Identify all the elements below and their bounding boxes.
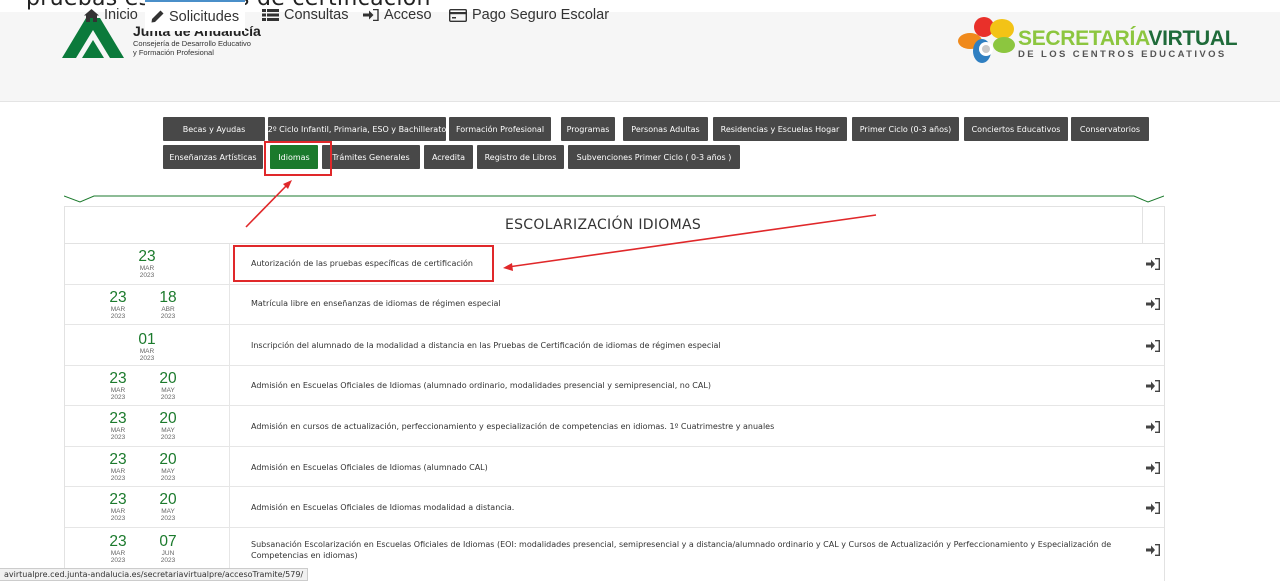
start-date: 23 MAR 2023: [109, 289, 127, 320]
page: pruebas específicas de certificación" Ju…: [0, 0, 1280, 581]
tab-tramites-generales[interactable]: Trámites Generales: [322, 145, 420, 169]
tramite-link[interactable]: Inscripción del alumnado de la modalidad…: [251, 340, 1131, 351]
tramite-link[interactable]: Admisión en Escuelas Oficiales de Idioma…: [251, 462, 1131, 473]
sign-in-icon[interactable]: [1146, 544, 1160, 556]
sign-in-icon[interactable]: [1146, 298, 1160, 310]
row-divider: [229, 244, 230, 284]
end-date: 20 MAY 2023: [159, 410, 177, 441]
start-date: 01 MAR 2023: [138, 331, 156, 362]
list-icon: [262, 9, 279, 21]
tab-conciertos-educativos[interactable]: Conciertos Educativos: [964, 117, 1068, 141]
end-date: 20 MAY 2023: [159, 491, 177, 522]
tab-acredita[interactable]: Acredita: [424, 145, 473, 169]
secretaria-virtual-title: SECRETARÍAVIRTUAL: [1018, 27, 1238, 50]
panel-title: ESCOLARIZACIÓN IDIOMAS: [504, 217, 702, 233]
end-date: 18 ABR 2023: [159, 289, 177, 320]
sign-in-icon[interactable]: [1146, 258, 1160, 270]
row-divider: [229, 285, 230, 324]
pencil-icon: [151, 10, 164, 23]
row-divider: [229, 366, 230, 405]
tab-formacion-profesional[interactable]: Formación Profesional: [449, 117, 551, 141]
tramite-link[interactable]: Matrícula libre en enseñanzas de idiomas…: [251, 298, 1131, 309]
row-divider: [229, 447, 230, 486]
secretaria-virtual-subtitle: DE LOS CENTROS EDUCATIVOS: [1018, 49, 1227, 60]
row-divider: [229, 406, 230, 446]
main-nav: [0, 72, 1280, 102]
start-date: 23 MAR 2023: [109, 491, 127, 522]
tab-becas-y-ayudas[interactable]: Becas y Ayudas: [163, 117, 265, 141]
nav-consultas-label: Consultas: [284, 7, 349, 23]
tab-personas-adultas[interactable]: Personas Adultas: [623, 117, 708, 141]
panel-header-divider: [1142, 207, 1143, 243]
nav-solicitudes[interactable]: Solicitudes: [145, 0, 246, 31]
end-date: 20 MAY 2023: [159, 451, 177, 482]
nav-inicio-label: Inicio: [104, 7, 138, 23]
sign-in-icon: [363, 9, 379, 21]
nav-pago-seguro-escolar[interactable]: Pago Seguro Escolar: [449, 0, 609, 30]
nav-inicio[interactable]: Inicio: [84, 0, 138, 30]
credit-card-icon: [449, 8, 467, 22]
start-date: 23 MAR 2023: [138, 248, 156, 279]
brand-subtitle-2: y Formación Profesional: [133, 48, 214, 57]
tab-subvenciones-primer-ciclo[interactable]: Subvenciones Primer Ciclo ( 0-3 años ): [568, 145, 740, 169]
nav-solicitudes-label: Solicitudes: [169, 8, 240, 25]
nav-acceso[interactable]: Acceso: [363, 0, 432, 30]
secretaria-virtual-logo[interactable]: [958, 15, 1016, 67]
arrow-head-icon: [283, 180, 292, 189]
home-icon: [84, 8, 99, 22]
nav-consultas[interactable]: Consultas: [262, 0, 348, 30]
tab-residencias[interactable]: Residencias y Escuelas Hogar: [713, 117, 847, 141]
sign-in-icon[interactable]: [1146, 462, 1160, 474]
end-date: 07 JUN 2023: [159, 533, 177, 564]
sign-in-icon[interactable]: [1146, 380, 1160, 392]
annotation-box-idiomas: [264, 141, 332, 176]
brand-subtitle-1: Consejería de Desarrollo Educativo: [133, 39, 251, 48]
start-date: 23 MAR 2023: [109, 533, 127, 564]
nav-acceso-label: Acceso: [384, 7, 432, 23]
tab-conservatorios[interactable]: Conservatorios: [1071, 117, 1149, 141]
start-date: 23 MAR 2023: [109, 370, 127, 401]
start-date: 23 MAR 2023: [109, 410, 127, 441]
browser-status-url: avirtualpre.ced.junta-andalucia.es/secre…: [0, 568, 309, 581]
nav-pago-label: Pago Seguro Escolar: [472, 7, 610, 23]
tab-segundo-ciclo-infantil[interactable]: 2º Ciclo Infantil, Primaria, ESO y Bachi…: [268, 117, 446, 141]
end-date: 20 MAY 2023: [159, 370, 177, 401]
tramite-link[interactable]: Subsanación Escolarización en Escuelas O…: [251, 539, 1131, 561]
sign-in-icon[interactable]: [1146, 421, 1160, 433]
start-date: 23 MAR 2023: [109, 451, 127, 482]
section-divider: [64, 195, 1164, 203]
tab-ensenanzas-artisticas[interactable]: Enseñanzas Artísticas: [163, 145, 263, 169]
tab-programas[interactable]: Programas: [561, 117, 615, 141]
tab-primer-ciclo[interactable]: Primer Ciclo (0-3 años): [852, 117, 959, 141]
tramite-link[interactable]: Admisión en cursos de actualización, per…: [251, 421, 1131, 432]
row-divider: [229, 487, 230, 527]
row-divider: [229, 325, 230, 365]
sign-in-icon[interactable]: [1146, 340, 1160, 352]
annotation-box-row: [233, 245, 494, 282]
tramite-link[interactable]: Admisión en Escuelas Oficiales de Idioma…: [251, 502, 1131, 513]
tab-registro-de-libros[interactable]: Registro de Libros: [477, 145, 564, 169]
sign-in-icon[interactable]: [1146, 502, 1160, 514]
tramite-link[interactable]: Admisión en Escuelas Oficiales de Idioma…: [251, 380, 1131, 391]
